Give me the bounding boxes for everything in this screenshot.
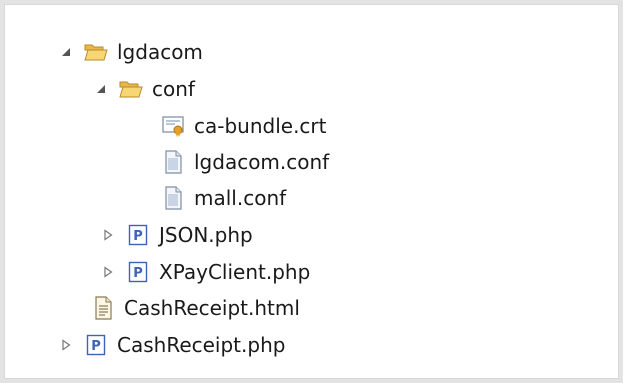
tree-item-conf[interactable]: conf <box>90 72 195 106</box>
tree-item-label: JSON.php <box>159 223 253 247</box>
tree-item-xpayclient-php[interactable]: P XPayClient.php <box>97 255 310 289</box>
expanded-triangle-icon[interactable] <box>90 78 112 100</box>
collapsed-triangle-icon[interactable] <box>55 334 77 356</box>
svg-text:P: P <box>91 339 101 354</box>
text-file-icon <box>160 149 186 175</box>
tree-item-label: CashReceipt.php <box>117 333 286 357</box>
tree-item-label: XPayClient.php <box>159 260 311 284</box>
open-folder-icon <box>118 76 144 102</box>
tree-item-label: ca-bundle.crt <box>194 114 327 138</box>
tree-item-ca-bundle[interactable]: ca-bundle.crt <box>160 109 327 143</box>
tree-item-label: mall.conf <box>194 186 287 210</box>
tree-item-lgdacom-conf[interactable]: lgdacom.conf <box>160 145 329 179</box>
php-file-icon: P <box>125 259 151 285</box>
php-file-icon: P <box>125 222 151 248</box>
html-file-icon <box>90 295 116 321</box>
collapsed-triangle-icon[interactable] <box>97 261 119 283</box>
tree-item-label: lgdacom <box>117 40 203 64</box>
tree-item-label: lgdacom.conf <box>194 150 330 174</box>
tree-item-json-php[interactable]: P JSON.php <box>97 218 253 252</box>
tree-item-cashreceipt-php[interactable]: P CashReceipt.php <box>55 328 285 362</box>
tree-item-lgdacom[interactable]: lgdacom <box>55 35 203 69</box>
open-folder-icon <box>83 39 109 65</box>
expanded-triangle-icon[interactable] <box>55 41 77 63</box>
tree-item-cashreceipt-html[interactable]: CashReceipt.html <box>90 291 300 325</box>
tree-item-label: conf <box>152 77 195 101</box>
svg-text:P: P <box>133 266 143 281</box>
tree-item-label: CashReceipt.html <box>124 296 300 320</box>
certificate-file-icon <box>160 113 186 139</box>
text-file-icon <box>160 185 186 211</box>
project-explorer-panel: lgdacom conf ca-bundle.crt lgdacom.conf … <box>4 4 619 379</box>
svg-text:P: P <box>133 229 143 244</box>
collapsed-triangle-icon[interactable] <box>97 224 119 246</box>
tree-item-mall-conf[interactable]: mall.conf <box>160 181 286 215</box>
php-file-icon: P <box>83 332 109 358</box>
